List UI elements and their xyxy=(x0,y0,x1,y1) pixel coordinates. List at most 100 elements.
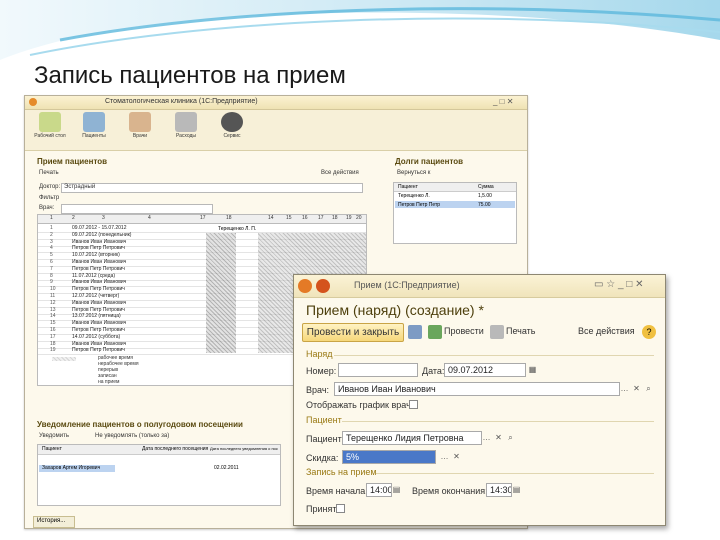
history-tab-label: История... xyxy=(37,518,66,524)
clear-icon[interactable]: ✕ xyxy=(452,451,461,463)
row-number: 14 xyxy=(50,313,56,320)
notify-button[interactable]: Уведомить xyxy=(39,433,69,439)
appointment-dialog: Прием (1С:Предприятие) ▭ ☆ _ □ ✕ Прием (… xyxy=(293,274,666,526)
search-icon[interactable]: ⌕ xyxy=(506,432,515,444)
calendar-icon[interactable]: ▦ xyxy=(528,364,537,376)
main-window-title: Стоматологическая клиника (1С:Предприяти… xyxy=(105,98,258,105)
toolbar-doctors-button[interactable]: Врачи xyxy=(121,112,159,148)
row-label: Петров Петр Петрович xyxy=(72,347,125,354)
debts-row-patient[interactable]: Терещенко Л. xyxy=(398,193,430,199)
reception-panel-title: Прием пациентов xyxy=(37,157,108,166)
ellipsis-icon[interactable]: … xyxy=(620,383,629,395)
column-header: 1 xyxy=(50,215,53,221)
post-and-close-button[interactable]: Провести и закрыть xyxy=(302,323,404,342)
clear-icon[interactable]: ✕ xyxy=(494,432,503,444)
column-header: 18 xyxy=(332,215,338,221)
patient-label: Пациент: xyxy=(306,434,345,444)
patient-field[interactable]: Терещенко Лидия Петровна xyxy=(342,431,482,445)
date-filter-label: Врач: xyxy=(39,205,55,211)
row-label: Иванов Иван Иванович xyxy=(72,279,127,286)
dialog-window-controls[interactable]: ▭ ☆ _ □ ✕ xyxy=(594,279,644,290)
slide-title: Запись пациентов на прием xyxy=(34,62,346,89)
print-button[interactable]: Печать xyxy=(39,170,59,176)
search-icon[interactable]: ⌕ xyxy=(644,383,653,395)
notify-row-patient[interactable]: Захаров Артем Игоревич xyxy=(42,465,100,471)
row-label: Иванов Иван Иванович xyxy=(72,340,127,347)
doctor-field[interactable]: Иванов Иван Иванович xyxy=(334,382,620,396)
doctor-filter-label: Доктор: xyxy=(39,184,61,190)
dont-notify-button[interactable]: Не уведомлять (только за) xyxy=(95,433,169,439)
row-number: 7 xyxy=(50,265,53,272)
column-header: 17 xyxy=(200,215,206,221)
gear-icon xyxy=(221,112,243,132)
toolbar-patients-button[interactable]: Пациенты xyxy=(75,112,113,148)
debts-row-patient[interactable]: Петров Петр Петр xyxy=(398,202,440,208)
main-window-titlebar: Стоматологическая клиника (1С:Предприяти… xyxy=(25,96,527,110)
row-number: 18 xyxy=(50,340,56,347)
toolbar-desk-button[interactable]: Рабочий стол xyxy=(31,112,69,148)
row-label: Иванов Иван Иванович xyxy=(72,299,127,306)
column-header: 18 xyxy=(226,215,232,221)
column-header: 14 xyxy=(268,215,274,221)
app-logo-icon xyxy=(29,98,37,106)
date-field[interactable]: 09.07.2012 xyxy=(444,363,526,377)
appointment-cell[interactable]: Терещенко Л. П. xyxy=(218,226,257,232)
patients-icon xyxy=(83,112,105,132)
toolbar-label: Расходы xyxy=(175,133,197,139)
time-picker-icon[interactable]: ▤ xyxy=(392,484,401,496)
column-header: 3 xyxy=(102,215,105,221)
row-number: 6 xyxy=(50,259,53,265)
filter-label: Фильтр xyxy=(39,195,60,201)
doctor-filter-field[interactable]: Эстрадный xyxy=(61,183,363,193)
schedule-grid-header: 1 2 3 4 17 18 14 15 16 17 18 19 20 xyxy=(38,215,366,224)
window-controls[interactable]: _ □ ✕ xyxy=(493,97,513,106)
toolbar-label: Пациенты xyxy=(82,133,106,139)
row-number: 16 xyxy=(50,327,56,333)
all-actions-menu[interactable]: Все действия xyxy=(578,326,635,336)
row-label: 12.07.2012 (четверг) xyxy=(72,293,120,299)
toolbar-label: Сервис xyxy=(223,133,241,139)
doctor-icon xyxy=(129,112,151,132)
row-number: 17 xyxy=(50,333,56,340)
history-tab[interactable]: История... xyxy=(33,516,75,528)
clear-icon[interactable]: ✕ xyxy=(632,383,641,395)
toolbar-expenses-button[interactable]: Расходы xyxy=(167,112,205,148)
row-number: 3 xyxy=(50,238,53,245)
print-menu-button[interactable]: Печать xyxy=(506,326,535,336)
all-actions-menu[interactable]: Все действия xyxy=(321,170,359,176)
row-number: 19 xyxy=(50,347,56,354)
start-time-field[interactable]: 14:00 xyxy=(366,483,392,497)
date-filter-field[interactable] xyxy=(61,204,213,214)
dialog-window-title: Прием (1С:Предприятие) xyxy=(354,280,460,290)
toolbar-service-button[interactable]: Сервис xyxy=(213,112,251,148)
help-icon[interactable]: ? xyxy=(642,325,656,339)
print-icon xyxy=(490,325,504,339)
row-number: 10 xyxy=(50,286,56,293)
show-schedule-checkbox[interactable] xyxy=(409,400,418,409)
number-field[interactable] xyxy=(338,363,418,377)
ellipsis-icon[interactable]: … xyxy=(482,432,491,444)
notify-col-patient: Пациент xyxy=(42,446,62,452)
column-header: 2 xyxy=(72,215,75,221)
end-time-field[interactable]: 14:30 xyxy=(486,483,512,497)
discount-field[interactable]: 5% xyxy=(342,450,436,464)
row-number: 2 xyxy=(50,231,53,238)
row-number: 4 xyxy=(50,245,53,252)
time-picker-icon[interactable]: ▤ xyxy=(512,484,521,496)
desk-icon xyxy=(39,112,61,132)
ellipsis-icon[interactable]: … xyxy=(440,451,449,463)
post-button[interactable]: Провести xyxy=(444,326,484,336)
dialog-title: Прием (наряд) (создание) * xyxy=(306,302,484,318)
toolbar-label: Рабочий стол xyxy=(34,133,66,139)
accepted-checkbox[interactable] xyxy=(336,504,345,513)
row-label: 09.07.2012 (понедельник) xyxy=(72,231,132,238)
number-label: Номер: xyxy=(306,366,337,376)
debts-action-button[interactable]: Вернуться к xyxy=(397,170,430,176)
save-icon[interactable] xyxy=(408,325,422,339)
debts-table[interactable]: Пациент Сумма Терещенко Л. 1,5.00 Петров… xyxy=(393,182,517,244)
row-label: Иванов Иван Иванович xyxy=(72,259,127,265)
back-icon[interactable] xyxy=(316,279,330,293)
row-label: Петров Петр Петрович xyxy=(72,245,125,252)
notify-table[interactable]: Пациент Дата последнего посещения Дата п… xyxy=(37,444,281,506)
column-header: 4 xyxy=(148,215,151,221)
